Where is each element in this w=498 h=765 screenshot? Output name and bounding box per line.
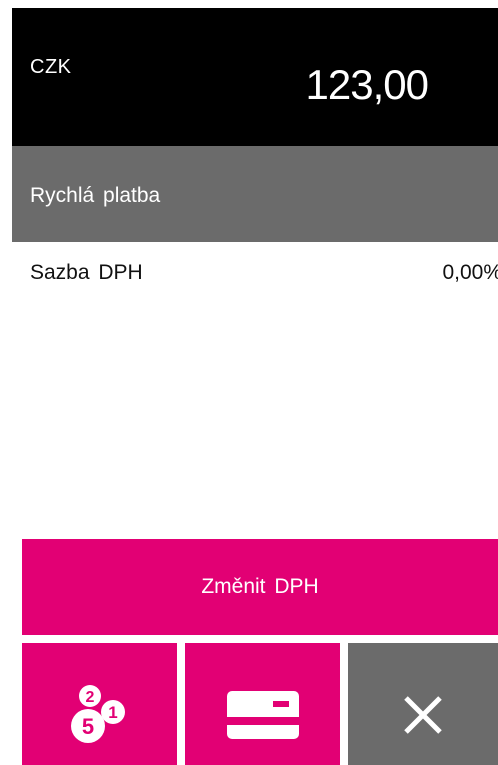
- change-vat-label: Změnit DPH: [201, 575, 319, 598]
- left-edge: [0, 0, 12, 765]
- amount-header: CZK 123,00: [12, 8, 498, 146]
- cash-payment-button[interactable]: 2 1 5: [22, 643, 177, 765]
- vat-rate-row: Sazba DPH 0,00%: [12, 242, 498, 542]
- cancel-button[interactable]: [348, 643, 498, 765]
- card-payment-button[interactable]: [185, 643, 340, 765]
- amount-value: 123,00: [305, 61, 429, 108]
- vat-rate-value: 0,00%: [442, 261, 498, 284]
- card-icon: [226, 691, 299, 739]
- payment-method-bar: Rychlá platba: [12, 146, 498, 242]
- top-edge: [0, 0, 498, 8]
- currency-label: CZK: [30, 56, 72, 78]
- coin-number-2: 2: [85, 689, 94, 706]
- coins-icon: 2 1 5: [70, 685, 125, 743]
- close-icon: [404, 696, 442, 734]
- vat-rate-label: Sazba DPH: [30, 261, 143, 284]
- coin-number-1: 1: [108, 703, 117, 722]
- change-vat-button[interactable]: Změnit DPH: [22, 539, 498, 635]
- payment-method-label: Rychlá platba: [30, 184, 161, 207]
- payment-screen: CZK 123,00 Rychlá platba Sazba DPH 0,00%…: [0, 0, 498, 765]
- coin-number-5: 5: [81, 714, 93, 739]
